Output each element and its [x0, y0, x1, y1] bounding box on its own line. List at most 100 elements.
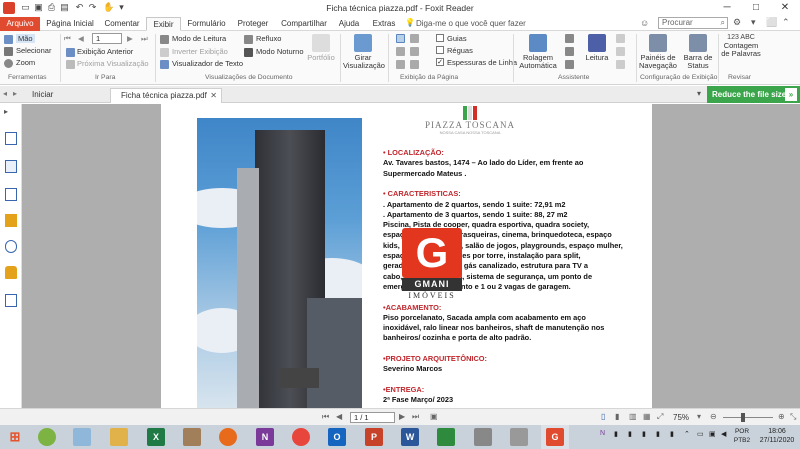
tray-onenote-icon[interactable]: N [600, 430, 605, 437]
page-number-input[interactable]: 1 [92, 33, 122, 44]
chevron-down-icon[interactable]: ▾ [751, 17, 756, 28]
chrome-icon[interactable] [292, 428, 310, 446]
zoom-out-icon[interactable]: ⊖ [710, 412, 717, 421]
split-view-icon[interactable] [410, 60, 419, 69]
guides-checkbox[interactable] [436, 34, 444, 42]
settings-icon[interactable]: ⚙ [733, 17, 741, 28]
zoom-dropdown-icon[interactable]: ▾ [697, 412, 701, 421]
close-button[interactable]: ✕ [771, 0, 799, 16]
reflow-button[interactable]: Refluxo [256, 34, 281, 43]
tools-app-icon[interactable] [510, 428, 528, 446]
tray-app-icon[interactable]: ▮ [670, 430, 674, 438]
read-option-icon[interactable] [616, 47, 625, 56]
firefox-icon[interactable] [219, 428, 237, 446]
fit-icon[interactable]: ⤢ [657, 412, 663, 422]
signatures-icon[interactable] [5, 294, 17, 307]
single-page-view-icon[interactable]: ▯ [601, 412, 605, 421]
hand-tool-button[interactable]: Mão [16, 34, 35, 43]
notepad-icon[interactable] [73, 428, 91, 446]
line-weights-checkbox[interactable]: ✓ [436, 58, 444, 66]
invert-view-button[interactable]: Inverter Exibição [172, 47, 228, 56]
attachments-icon[interactable] [5, 240, 17, 253]
navigation-panels-button[interactable]: Painéis de Navegação [638, 34, 678, 70]
next-view-button[interactable]: Próxima Visualização [77, 59, 149, 68]
start-button-icon[interactable]: ⊞ [6, 428, 24, 446]
word-icon[interactable]: W [401, 428, 419, 446]
pdf-page[interactable]: PIAZZA TOSCANA NOSSA CASA NOSSA TOSCANA … [161, 104, 652, 408]
status-page-input[interactable]: 1 / 1 [350, 412, 395, 423]
app-icon[interactable] [474, 428, 492, 446]
input-language[interactable]: POR PTB2 [731, 427, 753, 445]
close-tab-icon[interactable]: ✕ [210, 89, 217, 103]
search-icon[interactable]: ⌕ [721, 18, 725, 28]
text-viewer-button[interactable]: Visualizador de Texto [172, 59, 243, 68]
excel-icon[interactable]: X [147, 428, 165, 446]
tray-app-icon[interactable]: ▮ [614, 430, 618, 438]
loupe-icon[interactable] [565, 60, 574, 69]
spiral-app-icon[interactable] [38, 428, 56, 446]
magnifier-icon[interactable] [565, 47, 574, 56]
zoom-slider[interactable] [723, 417, 773, 418]
tray-app-icon[interactable]: ▮ [656, 430, 660, 438]
previous-page-icon[interactable]: ◀ [78, 34, 84, 43]
search-input[interactable]: Procurar ⌕ [658, 17, 728, 29]
reduce-file-size-banner[interactable]: Reduce the file size » [707, 86, 800, 103]
restore-ribbon-icon[interactable]: ⬜ [766, 17, 777, 28]
facing-page-icon[interactable] [396, 47, 405, 56]
tray-app-icon[interactable]: ▮ [642, 430, 646, 438]
tab-scroll-left-icon[interactable]: ◂ [3, 89, 7, 98]
facing-view-icon[interactable]: ▥ [629, 412, 637, 421]
continuous-view-icon[interactable]: ▮ [615, 412, 619, 421]
network-icon[interactable]: ▣ [709, 430, 716, 438]
rotate-view-button[interactable]: Girar Visualização [343, 34, 385, 70]
system-clock[interactable]: 18:06 27/11/2020 [755, 427, 799, 445]
status-bar-button[interactable]: Barra de Status [680, 34, 716, 70]
auto-scroll-button[interactable]: Rolagem Automática [516, 34, 560, 70]
reading-mode-button[interactable]: Modo de Leitura [172, 34, 226, 43]
page-thumbnails-icon[interactable] [5, 160, 17, 173]
continuous-page-icon[interactable] [410, 34, 419, 43]
continuous-facing-view-icon[interactable]: ▦ [643, 412, 651, 421]
bookmarks-icon[interactable] [5, 132, 17, 145]
outlook-icon[interactable]: O [328, 428, 346, 446]
tab-comentar[interactable]: Comentar [100, 17, 144, 31]
portfolio-button[interactable]: Portfólio [305, 34, 337, 62]
show-hidden-icons[interactable]: ⌃ [684, 430, 690, 438]
photos-icon[interactable] [183, 428, 201, 446]
collapse-ribbon-icon[interactable]: ⌃ [782, 17, 790, 28]
volume-icon[interactable]: ◀ [721, 430, 726, 438]
zoom-tool-button[interactable]: Zoom [16, 58, 35, 67]
previous-view-button[interactable]: Exibição Anterior [77, 47, 133, 56]
tab-proteger[interactable]: Proteger [232, 17, 274, 31]
zoom-level[interactable]: 75% [673, 413, 689, 422]
sidebar-toggle-icon[interactable]: ▸ [4, 107, 8, 116]
minimize-button[interactable]: ─ [713, 0, 741, 16]
doc-tab-ficha[interactable]: Ficha técnica piazza.pdf ✕ [110, 88, 222, 103]
onenote-icon[interactable]: N [256, 428, 274, 446]
read-aloud-button[interactable]: Leitura [580, 34, 614, 62]
rulers-checkbox[interactable] [436, 46, 444, 54]
next-page-icon[interactable]: ▶ [399, 412, 405, 421]
tab-ajuda[interactable]: Ajuda [334, 17, 364, 31]
read-option-icon[interactable] [616, 60, 625, 69]
tab-scroll-right-icon[interactable]: ▸ [13, 89, 17, 98]
tell-me-box[interactable]: Diga-me o que você quer fazer [416, 19, 526, 28]
word-count-button[interactable]: 123 ABC Contagem de Palavras [721, 34, 761, 58]
select-tool-button[interactable]: Selecionar [16, 46, 51, 55]
doc-tab-iniciar[interactable]: Iniciar [22, 88, 108, 103]
maximize-button[interactable]: □ [742, 0, 770, 16]
tab-pagina-inicial[interactable]: Página Inicial [43, 17, 97, 31]
comments-icon[interactable] [5, 214, 17, 227]
tab-arquivo[interactable]: Arquivo [0, 17, 40, 31]
banner-arrow-icon[interactable]: » [785, 88, 797, 101]
tab-extras[interactable]: Extras [367, 17, 401, 31]
separate-cover-icon[interactable] [396, 60, 405, 69]
tab-formulario[interactable]: Formulário [184, 17, 229, 31]
tray-app-icon[interactable]: ▮ [628, 430, 632, 438]
file-explorer-icon[interactable] [110, 428, 128, 446]
user-icon[interactable]: ☺ [640, 18, 649, 28]
last-page-icon[interactable]: ⏭ [141, 34, 148, 44]
first-page-icon[interactable]: ⏮ [322, 412, 329, 422]
foxit-taskbar-icon[interactable]: G [546, 428, 564, 446]
fullscreen-icon[interactable]: ⤡ [790, 412, 796, 422]
